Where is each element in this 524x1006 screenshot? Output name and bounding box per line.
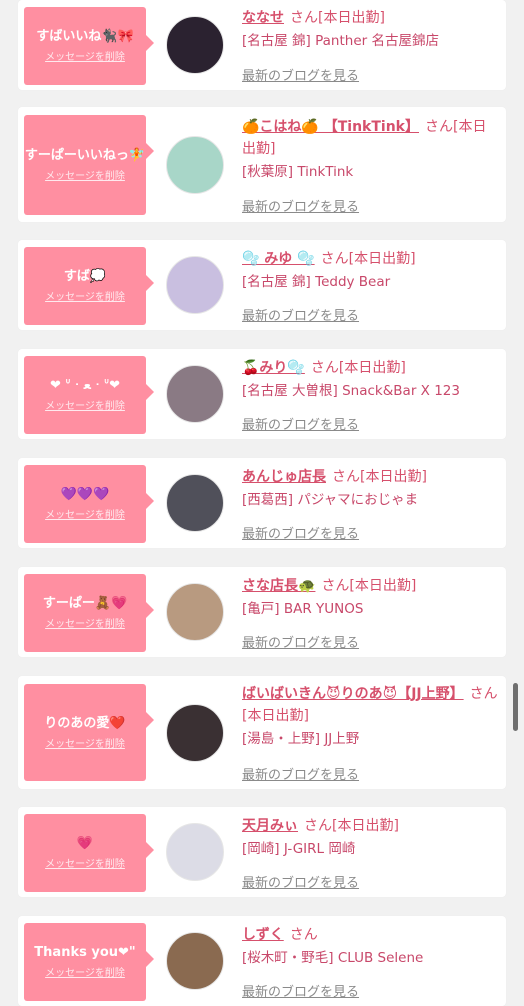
- delete-message-link[interactable]: メッセージを削除: [45, 291, 125, 304]
- delete-message-link[interactable]: メッセージを削除: [45, 170, 125, 183]
- user-status: さん[本日出勤]: [332, 469, 427, 485]
- user-name-link[interactable]: あんじゅ店長: [242, 469, 326, 485]
- notification-card: すーぱーいいねっ🧚 メッセージを削除 🍊こはね🍊 【TinkTink】 さん[本日…: [18, 107, 506, 222]
- shop-name: [名古屋 大曽根] Snack&Bar X 123: [242, 383, 460, 399]
- latest-blog-link[interactable]: 最新のブログを見る: [242, 523, 359, 542]
- user-status: さん: [289, 927, 318, 943]
- user-status: さん[本日出勤]: [310, 360, 406, 376]
- message-bubble: すばいいね🐈‍⬛🎀 メッセージを削除: [24, 7, 154, 85]
- user-info: 🍒みり🫧 さん[本日出勤] [名古屋 大曽根] Snack&Bar X 123: [242, 357, 498, 401]
- user-info: 🫧 みゆ 🫧 さん[本日出勤] [名古屋 錦] Teddy Bear: [242, 248, 498, 292]
- latest-blog-link[interactable]: 最新のブログを見る: [242, 305, 359, 324]
- notification-card: 💗 メッセージを削除 天月みぃ さん[本日出勤] [岡崎] J-GIRL 岡崎 最…: [18, 807, 506, 897]
- shop-name: [秋葉原] TinkTink: [242, 164, 354, 180]
- delete-message-link[interactable]: メッセージを削除: [45, 509, 125, 522]
- delete-message-link[interactable]: メッセージを削除: [45, 618, 125, 631]
- latest-blog-link[interactable]: 最新のブログを見る: [242, 414, 359, 433]
- user-name-link[interactable]: ばいばいきん😈りのあ😈【JJ上野】: [242, 686, 464, 702]
- user-status: さん[本日出勤]: [304, 818, 399, 834]
- shop-name: [岡崎] J-GIRL 岡崎: [242, 841, 356, 857]
- user-name-link[interactable]: 🍒みり🫧: [242, 360, 305, 376]
- user-info: さな店長🐢 さん[本日出勤] [亀戸] BAR YUNOS: [242, 575, 498, 619]
- avatar[interactable]: [166, 474, 224, 532]
- user-info: 天月みぃ さん[本日出勤] [岡崎] J-GIRL 岡崎: [242, 815, 498, 859]
- message-bubble: すば💭 メッセージを削除: [24, 247, 154, 325]
- avatar[interactable]: [166, 583, 224, 641]
- message-text: ❤︎ ᐡ ᐧ ﻌ ᐧ ᐡ❤︎: [49, 378, 121, 393]
- shop-name: [西葛西] パジャマにおじゃま: [242, 492, 419, 508]
- shop-name: [亀戸] BAR YUNOS: [242, 601, 364, 617]
- notification-card: 💜💜💜 メッセージを削除 あんじゅ店長 さん[本日出勤] [西葛西] パジャマにお…: [18, 458, 506, 548]
- user-name-link[interactable]: ななせ: [242, 10, 284, 26]
- shop-name: [名古屋 錦] Teddy Bear: [242, 274, 391, 290]
- avatar[interactable]: [166, 256, 224, 314]
- avatar[interactable]: [166, 932, 224, 990]
- message-bubble: Thanks you❤︎" メッセージを削除: [24, 923, 154, 1001]
- user-info: ななせ さん[本日出勤] [名古屋 錦] Panther 名古屋錦店: [242, 7, 498, 51]
- notification-card: りのあの愛❤️ メッセージを削除 ばいばいきん😈りのあ😈【JJ上野】 さん[本日出…: [18, 676, 506, 789]
- delete-message-link[interactable]: メッセージを削除: [45, 400, 125, 413]
- user-name-link[interactable]: 🍊こはね🍊 【TinkTink】: [242, 119, 419, 135]
- message-text: 💜💜💜: [60, 487, 110, 502]
- message-text: すば💭: [63, 269, 107, 284]
- user-name-link[interactable]: 🫧 みゆ 🫧: [242, 251, 315, 267]
- message-bubble: すーぱーいいねっ🧚 メッセージを削除: [24, 115, 154, 215]
- message-text: 💗: [76, 836, 94, 851]
- shop-name: [桜木町・野毛] CLUB Selene: [242, 950, 424, 966]
- message-bubble: すーぱー🧸💗 メッセージを削除: [24, 574, 154, 652]
- scrollbar[interactable]: [513, 683, 518, 731]
- message-bubble: りのあの愛❤️ メッセージを削除: [24, 684, 154, 781]
- latest-blog-link[interactable]: 最新のブログを見る: [242, 196, 359, 215]
- latest-blog-link[interactable]: 最新のブログを見る: [242, 981, 359, 1000]
- notification-card: すばいいね🐈‍⬛🎀 メッセージを削除 ななせ さん[本日出勤] [名古屋 錦] P…: [18, 0, 506, 90]
- avatar[interactable]: [166, 136, 224, 194]
- notification-card: Thanks you❤︎" メッセージを削除 しずく さん [桜木町・野毛] CL…: [18, 916, 506, 1006]
- user-info: あんじゅ店長 さん[本日出勤] [西葛西] パジャマにおじゃま: [242, 466, 498, 510]
- avatar[interactable]: [166, 16, 224, 74]
- message-bubble: ❤︎ ᐡ ᐧ ﻌ ᐧ ᐡ❤︎ メッセージを削除: [24, 356, 154, 434]
- notification-card: ❤︎ ᐡ ᐧ ﻌ ᐧ ᐡ❤︎ メッセージを削除 🍒みり🫧 さん[本日出勤] [名古…: [18, 349, 506, 439]
- latest-blog-link[interactable]: 最新のブログを見る: [242, 872, 359, 891]
- delete-message-link[interactable]: メッセージを削除: [45, 967, 125, 980]
- message-text: すーぱーいいねっ🧚: [24, 148, 146, 163]
- shop-name: [名古屋 錦] Panther 名古屋錦店: [242, 33, 439, 49]
- user-status: さん[本日出勤]: [320, 251, 416, 267]
- shop-name: [湯島・上野] JJ上野: [242, 731, 360, 747]
- user-name-link[interactable]: しずく: [242, 927, 284, 943]
- message-bubble: 💗 メッセージを削除: [24, 814, 154, 892]
- user-status: さん[本日出勤]: [290, 10, 385, 26]
- user-name-link[interactable]: さな店長🐢: [242, 578, 315, 594]
- message-bubble: 💜💜💜 メッセージを削除: [24, 465, 154, 543]
- delete-message-link[interactable]: メッセージを削除: [45, 858, 125, 871]
- notification-card: すば💭 メッセージを削除 🫧 みゆ 🫧 さん[本日出勤] [名古屋 錦] Tedd…: [18, 240, 506, 330]
- user-info: ばいばいきん😈りのあ😈【JJ上野】 さん[本日出勤] [湯島・上野] JJ上野: [242, 683, 498, 749]
- message-text: りのあの愛❤️: [44, 715, 126, 731]
- latest-blog-link[interactable]: 最新のブログを見る: [242, 632, 359, 651]
- delete-message-link[interactable]: メッセージを削除: [45, 51, 125, 64]
- delete-message-link[interactable]: メッセージを削除: [45, 738, 125, 751]
- avatar[interactable]: [166, 365, 224, 423]
- avatar[interactable]: [166, 704, 224, 762]
- user-status: さん[本日出勤]: [321, 578, 417, 594]
- avatar[interactable]: [166, 823, 224, 881]
- notification-card: すーぱー🧸💗 メッセージを削除 さな店長🐢 さん[本日出勤] [亀戸] BAR Y…: [18, 567, 506, 657]
- message-text: Thanks you❤︎": [34, 945, 136, 960]
- message-text: すーぱー🧸💗: [42, 596, 128, 611]
- user-info: 🍊こはね🍊 【TinkTink】 さん[本日出勤] [秋葉原] TinkTink: [242, 116, 498, 182]
- latest-blog-link[interactable]: 最新のブログを見る: [242, 764, 359, 783]
- latest-blog-link[interactable]: 最新のブログを見る: [242, 65, 359, 84]
- message-text: すばいいね🐈‍⬛🎀: [36, 29, 134, 44]
- user-name-link[interactable]: 天月みぃ: [242, 818, 298, 834]
- user-info: しずく さん [桜木町・野毛] CLUB Selene: [242, 924, 498, 968]
